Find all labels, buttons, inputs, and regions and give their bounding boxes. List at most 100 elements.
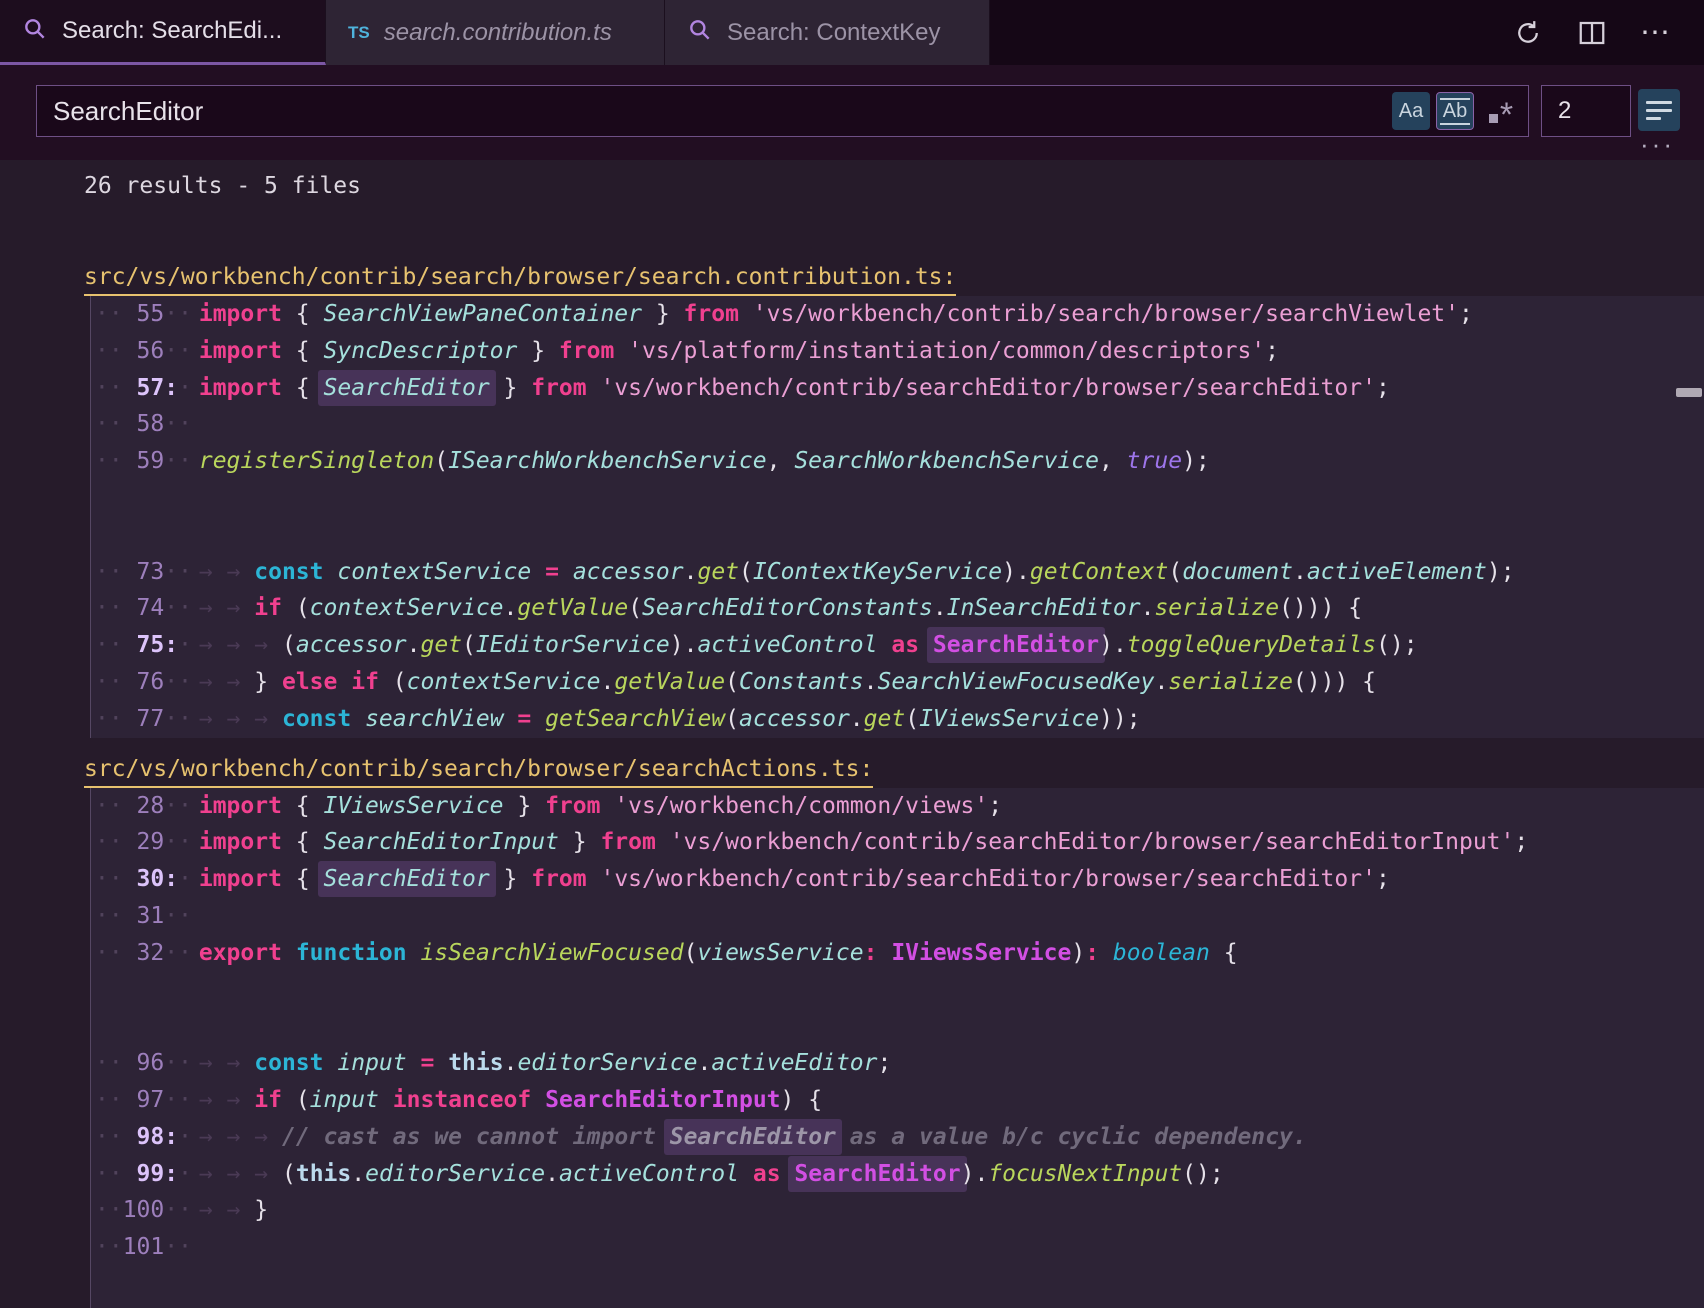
code-line[interactable]: ··56··import { SyncDescriptor } from 'vs…: [95, 333, 1704, 370]
token: }: [559, 829, 601, 855]
token: contextService: [310, 595, 504, 621]
code-line[interactable]: ··32··export function isSearchViewFocuse…: [95, 935, 1704, 972]
code-line[interactable]: ··30:·import { SearchEditor } from 'vs/w…: [95, 861, 1704, 898]
code-line[interactable]: ··77··→ → → const searchView = getSearch…: [95, 701, 1704, 738]
token: ;: [1265, 338, 1279, 364]
more-actions-icon[interactable]: ⋯: [1636, 13, 1676, 53]
search-more-icon[interactable]: ···: [1640, 133, 1675, 155]
token: else: [282, 669, 337, 695]
tab-1[interactable]: Search: SearchEdi...: [0, 0, 326, 65]
token: (: [684, 940, 698, 966]
code-line[interactable]: ··59··registerSingleton(ISearchWorkbench…: [95, 443, 1704, 480]
token: from: [559, 338, 614, 364]
token: activeEditor: [711, 1050, 877, 1076]
token: ())) {: [1293, 669, 1376, 695]
token: IViewsService: [919, 706, 1099, 732]
whitespace-dots: ··: [95, 559, 123, 585]
whitespace-dots: ··: [95, 411, 123, 437]
tab-arrow: →: [199, 1124, 227, 1150]
tab-arrow: →: [199, 1197, 227, 1223]
token: ;: [1459, 301, 1473, 327]
token: SearchWorkbenchService: [794, 448, 1099, 474]
token: searchView: [365, 706, 503, 732]
tab-3[interactable]: Search: ContextKey: [665, 0, 990, 65]
code-line[interactable]: ··96··→ → const input = this.editorServi…: [95, 1045, 1704, 1082]
regex-icon: [1489, 114, 1498, 123]
file-path-link[interactable]: src/vs/workbench/contrib/search/browser/…: [84, 752, 873, 788]
token: ): [1002, 559, 1016, 585]
tab-arrow: →: [227, 632, 255, 658]
line-number: 57: [123, 370, 165, 407]
code-line[interactable]: ··100··→ → }: [95, 1192, 1704, 1229]
code-line[interactable]: ··28··import { IViewsService } from 'vs/…: [95, 788, 1704, 825]
token: {: [1210, 940, 1238, 966]
code-line[interactable]: ··29··import { SearchEditorInput } from …: [95, 824, 1704, 861]
tab-arrow: →: [227, 1050, 255, 1076]
code-line[interactable]: ··31··: [95, 898, 1704, 935]
code-line[interactable]: ··76··→ → } else if (contextService.getV…: [95, 664, 1704, 701]
tab-arrow: →: [199, 595, 227, 621]
token: [324, 1050, 338, 1076]
tab-arrow: →: [199, 706, 227, 732]
refresh-icon[interactable]: [1508, 13, 1548, 53]
result-block: ··28··import { IViewsService } from 'vs/…: [90, 788, 1704, 1308]
token: [351, 706, 365, 732]
token: =: [420, 1050, 434, 1076]
token: [531, 1087, 545, 1113]
line-number: 58: [123, 406, 165, 443]
code-line[interactable]: ··75:·→ → → (accessor.get(IEditorService…: [95, 627, 1704, 664]
whitespace-dots: ··: [164, 411, 192, 437]
whitespace-dots: ··: [95, 1161, 123, 1187]
token: [1099, 940, 1113, 966]
token: }: [254, 1197, 268, 1223]
tab-2[interactable]: TSsearch.contribution.ts: [326, 0, 665, 65]
token: import: [199, 301, 282, 327]
line-number: 98: [123, 1119, 165, 1156]
code-line[interactable]: ··97··→ → if (input instanceof SearchEdi…: [95, 1082, 1704, 1119]
code-tokens: → → const input = this.editorService.act…: [192, 1050, 891, 1076]
token: .: [601, 669, 615, 695]
code-line[interactable]: ··73··→ → const contextService = accesso…: [95, 554, 1704, 591]
file-path-link[interactable]: src/vs/workbench/contrib/search/browser/…: [84, 260, 956, 296]
context-lines-input[interactable]: [1541, 85, 1631, 137]
code-tokens: → → → const searchView = getSearchView(a…: [192, 706, 1141, 732]
code-line[interactable]: ··57:·import { SearchEditor } from 'vs/w…: [95, 370, 1704, 407]
token: .: [697, 1050, 711, 1076]
whitespace-dots: ··: [164, 903, 192, 929]
token: boolean: [1113, 940, 1210, 966]
search-input[interactable]: [36, 85, 1529, 137]
line-number: 28: [123, 788, 165, 825]
whitespace-dots: ·: [178, 866, 192, 892]
token: activeControl: [559, 1161, 739, 1187]
token: [656, 829, 670, 855]
whitespace-dots: ··: [95, 595, 123, 621]
token: ));: [1099, 706, 1141, 732]
token: import: [199, 866, 282, 892]
tab-arrow: →: [227, 559, 255, 585]
token: .: [684, 559, 698, 585]
regex-toggle[interactable]: *: [1480, 92, 1522, 130]
match-case-toggle[interactable]: Aa: [1392, 92, 1430, 130]
token: [324, 559, 338, 585]
toggle-search-details-button[interactable]: [1638, 89, 1680, 131]
code-line[interactable]: ··58··: [95, 406, 1704, 443]
whole-word-toggle[interactable]: Ab: [1436, 92, 1474, 130]
code-line[interactable]: ··99:·→ → → (this.editorService.activeCo…: [95, 1156, 1704, 1193]
scrollbar-marker[interactable]: [1676, 388, 1702, 397]
code-line[interactable]: ··101··: [95, 1229, 1704, 1266]
token: from: [531, 375, 586, 401]
token: contextService: [407, 669, 601, 695]
tab-arrow: →: [227, 595, 255, 621]
whitespace-dots: ··: [95, 375, 123, 401]
token: 'vs/platform/instantiation/common/descri…: [628, 338, 1265, 364]
split-editor-icon[interactable]: [1572, 13, 1612, 53]
token: [407, 1050, 421, 1076]
code-line[interactable]: ··98:·→ → → // cast as we cannot import …: [95, 1119, 1704, 1156]
token: {: [282, 829, 324, 855]
token: (: [282, 595, 310, 621]
whitespace-dots: ··: [95, 866, 123, 892]
code-line[interactable]: ··74··→ → if (contextService.getValue(Se…: [95, 590, 1704, 627]
search-icon: [687, 17, 713, 48]
token: focusNextInput: [988, 1161, 1182, 1187]
code-line[interactable]: ··55··import { SearchViewPaneContainer }…: [95, 296, 1704, 333]
